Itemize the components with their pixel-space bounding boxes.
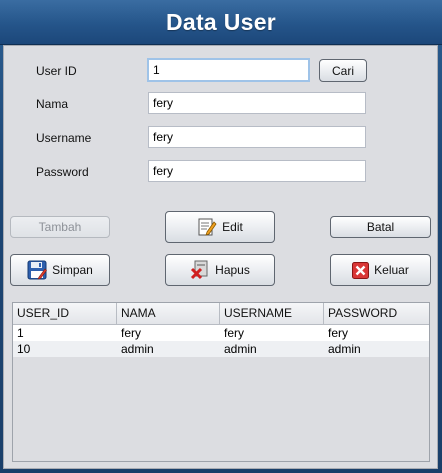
hapus-button[interactable]: Hapus — [165, 254, 275, 286]
simpan-button[interactable]: Simpan — [10, 254, 110, 286]
username-input[interactable] — [148, 126, 366, 148]
simpan-button-label: Simpan — [52, 263, 93, 277]
table-cell: admin — [224, 342, 257, 356]
table-row[interactable]: 10 admin admin admin — [13, 341, 429, 357]
edit-button-label: Edit — [222, 220, 243, 234]
user-table[interactable]: USER_ID NAMA USERNAME PASSWORD 1 fery fe… — [12, 302, 430, 462]
user-id-input[interactable] — [147, 58, 310, 82]
column-header-nama[interactable]: NAMA — [117, 303, 220, 324]
hapus-button-label: Hapus — [215, 263, 250, 277]
cari-button-label: Cari — [331, 63, 354, 78]
column-header-user-id[interactable]: USER_ID — [13, 303, 117, 324]
tambah-button-label: Tambah — [38, 220, 82, 234]
edit-icon — [197, 217, 217, 237]
keluar-button-label: Keluar — [374, 263, 409, 277]
batal-button-label: Batal — [366, 220, 395, 234]
table-cell: fery — [328, 326, 349, 340]
table-cell: 1 — [17, 326, 24, 340]
table-row[interactable]: 1 fery fery fery — [13, 325, 429, 341]
table-header: USER_ID NAMA USERNAME PASSWORD — [13, 303, 429, 325]
close-icon — [352, 261, 370, 279]
password-label: Password — [36, 165, 89, 179]
main-panel: User ID Cari Nama Username Password Tamb… — [3, 45, 438, 469]
table-cell: fery — [121, 326, 142, 340]
column-header-username[interactable]: USERNAME — [220, 303, 324, 324]
app-window: Data User User ID Cari Nama Username Pas… — [0, 0, 442, 473]
save-icon — [27, 260, 48, 280]
user-id-label: User ID — [36, 64, 77, 78]
column-header-password[interactable]: PASSWORD — [324, 303, 429, 324]
table-cell: 10 — [17, 342, 31, 356]
nama-input[interactable] — [148, 92, 366, 114]
edit-button[interactable]: Edit — [165, 211, 275, 243]
delete-icon — [190, 260, 210, 280]
username-label: Username — [36, 131, 92, 145]
table-cell: admin — [328, 342, 361, 356]
nama-label: Nama — [36, 97, 69, 111]
window-title: Data User — [165, 8, 277, 35]
table-empty-area — [13, 357, 429, 461]
tambah-button[interactable]: Tambah — [10, 216, 110, 238]
table-cell: admin — [121, 342, 154, 356]
title-bar: Data User — [0, 0, 442, 45]
batal-button[interactable]: Batal — [330, 216, 431, 238]
cari-button[interactable]: Cari — [319, 59, 367, 82]
keluar-button[interactable]: Keluar — [330, 254, 431, 286]
table-cell: fery — [224, 326, 245, 340]
password-input[interactable] — [148, 160, 366, 182]
